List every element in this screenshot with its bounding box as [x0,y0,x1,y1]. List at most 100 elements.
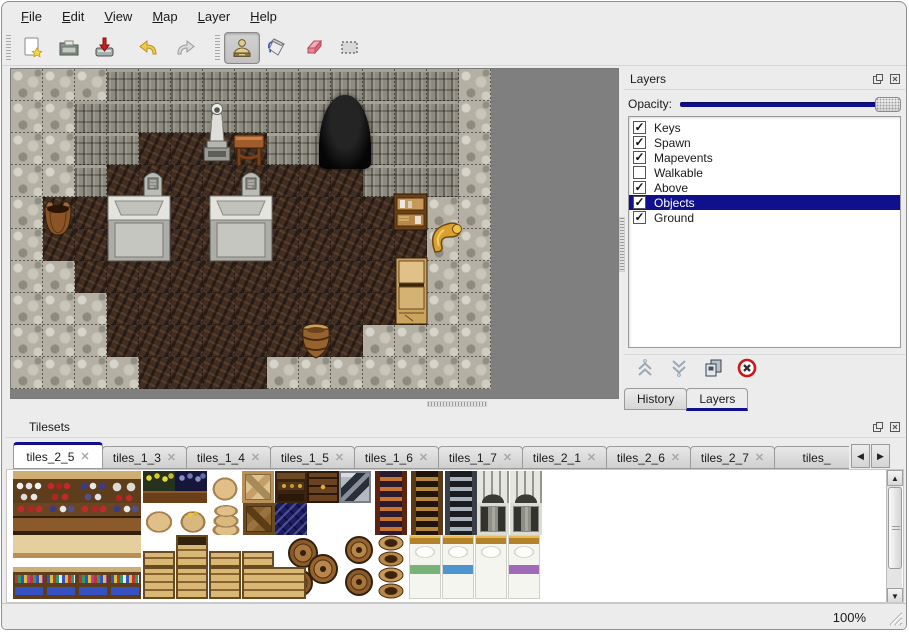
map-tile[interactable] [363,229,395,261]
tileset-tab-tiles_2_1[interactable]: tiles_2_1✕ [522,446,607,469]
map-tile[interactable] [235,261,267,293]
map-tile[interactable] [395,325,427,357]
close-tab-icon[interactable]: ✕ [671,451,680,464]
tileset-tile-bed-blue[interactable] [442,535,474,599]
map-tile[interactable] [363,261,395,293]
map-tile[interactable] [235,357,267,389]
map-tile[interactable] [171,293,203,325]
tileset-tile-ladder-gray[interactable] [445,471,477,535]
map-tile[interactable] [235,101,267,133]
tileset-tile-chest[interactable] [307,471,339,503]
tileset-tile-shelf-top-plain[interactable] [45,535,77,567]
tileset-tab-tiles_2_7[interactable]: tiles_2_7✕ [690,446,775,469]
tileset-tile-ladder-brown[interactable] [411,471,443,535]
map-tile[interactable] [11,101,43,133]
lower-layer-button[interactable] [666,358,692,382]
map-tile[interactable] [427,165,459,197]
map-tile[interactable] [139,357,171,389]
tileset-tab-tiles[interactable]: tiles_ [774,446,849,469]
tileset-tile-metal-scrap[interactable] [339,471,371,503]
menu-file[interactable]: File [12,5,51,28]
tileset-tile-plant-box[interactable] [143,471,175,503]
tileset-tile-shelf-books[interactable] [77,567,109,599]
map-tile[interactable] [395,357,427,389]
map-tile[interactable] [267,101,299,133]
map-tile[interactable] [107,357,139,389]
map-tile[interactable] [427,69,459,101]
close-tab-icon[interactable]: ✕ [335,451,344,464]
map-tile[interactable] [75,165,107,197]
tileset-tile-shelf-books2[interactable] [45,567,77,599]
layer-row-keys[interactable]: ✓Keys [629,120,900,135]
menu-view[interactable]: View [95,5,141,28]
map-tile[interactable] [11,165,43,197]
resize-grip[interactable] [884,607,904,627]
map-tile[interactable] [107,261,139,293]
tileset-tile-blue-crate[interactable] [275,503,307,535]
map-tile[interactable] [171,69,203,101]
map-tile[interactable] [427,261,459,293]
map-tile[interactable] [331,197,363,229]
map-tile[interactable] [171,357,203,389]
tileset-tile-shelf-blue[interactable] [77,471,109,503]
tileset-tile-crate[interactable] [209,567,241,599]
tileset-tile-arch-top[interactable] [510,471,542,503]
scroll-down-icon[interactable]: ▼ [887,588,903,603]
close-tab-icon[interactable]: ✕ [419,451,428,464]
map-tile[interactable] [43,357,75,389]
horizontal-splitter-grip[interactable] [427,401,487,407]
map-tile[interactable] [235,325,267,357]
map-tile[interactable] [11,69,43,101]
tileset-tile-crate[interactable] [176,567,208,599]
eraser-tool-button[interactable] [296,32,332,64]
tileset-tile-ladder-red[interactable] [375,471,407,535]
opacity-slider[interactable] [680,95,901,113]
map-tile[interactable] [331,293,363,325]
tileset-tile-barrel-stack[interactable] [343,535,375,599]
close-panel-icon[interactable] [888,420,902,433]
fill-tool-button[interactable] [260,32,296,64]
delete-layer-button[interactable] [734,358,760,382]
map-tile[interactable] [267,357,299,389]
map-tile[interactable] [331,165,363,197]
tileset-tile-dark-shelf[interactable] [275,471,307,503]
map-content[interactable] [11,69,491,389]
toolbar-grip[interactable] [6,35,11,61]
map-tile[interactable] [427,101,459,133]
map-tile[interactable] [427,357,459,389]
map-tile[interactable] [75,357,107,389]
tileset-tile-cabinet-b[interactable] [109,503,141,535]
tileset-tile-cabinet-a[interactable] [77,503,109,535]
map-tile[interactable] [171,165,203,197]
map-tile[interactable] [139,101,171,133]
tileset-tile-crate-wide[interactable] [242,567,306,599]
tab-scroll-left-button[interactable]: ◀ [851,444,870,468]
map-tile[interactable] [75,197,107,229]
map-tile[interactable] [331,229,363,261]
map-tile[interactable] [331,325,363,357]
float-panel-icon[interactable] [871,420,885,433]
tileset-tile-cabinet-a[interactable] [13,503,45,535]
close-tab-icon[interactable]: ✕ [587,451,596,464]
tileset-tile-cabinet-b[interactable] [45,503,77,535]
map-tile[interactable] [43,261,75,293]
map-tile[interactable] [75,229,107,261]
map-tile[interactable] [299,165,331,197]
close-tab-icon[interactable]: ✕ [503,451,512,464]
tileset-tile-bed-purple[interactable] [508,535,540,599]
map-tile[interactable] [267,133,299,165]
map-tile[interactable] [459,261,491,293]
map-tile[interactable] [139,261,171,293]
map-tile[interactable] [395,69,427,101]
layer-visibility-checkbox[interactable]: ✓ [633,196,646,209]
map-tile[interactable] [43,293,75,325]
map-tile[interactable] [459,69,491,101]
scrollbar-thumb[interactable] [888,487,902,569]
layer-row-objects[interactable]: ✓Objects [629,195,900,210]
tab-scroll-right-button[interactable]: ▶ [871,444,890,468]
opacity-slider-handle[interactable] [875,97,901,112]
menu-help[interactable]: Help [241,5,286,28]
redo-button[interactable] [167,32,203,64]
layer-visibility-checkbox[interactable] [633,166,646,179]
map-tile[interactable] [139,293,171,325]
